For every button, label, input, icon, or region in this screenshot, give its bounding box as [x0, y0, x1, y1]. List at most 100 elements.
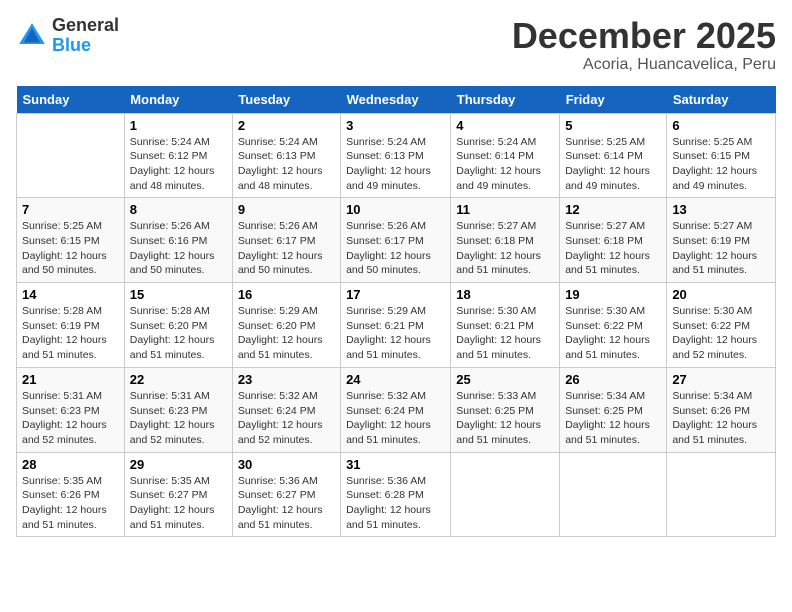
day-info: Sunrise: 5:25 AM Sunset: 6:15 PM Dayligh… — [22, 219, 119, 278]
calendar-cell: 26 Sunrise: 5:34 AM Sunset: 6:25 PM Dayli… — [560, 367, 667, 452]
calendar-cell: 14Sunrise: 5:28 AM Sunset: 6:19 PM Dayli… — [17, 283, 125, 368]
day-info: Sunrise: 5:36 AM Sunset: 6:28 PM Dayligh… — [346, 474, 445, 533]
day-number: 19 — [565, 287, 661, 302]
day-info: Sunrise: 5:27 AM Sunset: 6:18 PM Dayligh… — [456, 219, 554, 278]
calendar-cell: 2 Sunrise: 5:24 AM Sunset: 6:13 PM Daylig… — [232, 113, 340, 198]
day-info: Sunrise: 5:28 AM Sunset: 6:20 PM Dayligh… — [130, 304, 227, 363]
calendar-cell: 12 Sunrise: 5:27 AM Sunset: 6:18 PM Dayli… — [560, 198, 667, 283]
calendar-cell — [17, 113, 125, 198]
logo-text: General Blue — [52, 16, 119, 56]
calendar-cell: 20 Sunrise: 5:30 AM Sunset: 6:22 PM Dayli… — [667, 283, 776, 368]
logo: General Blue — [16, 16, 119, 56]
day-number: 18 — [456, 287, 554, 302]
day-number: 10 — [346, 202, 445, 217]
calendar-cell: 5 Sunrise: 5:25 AM Sunset: 6:14 PM Daylig… — [560, 113, 667, 198]
day-number: 7 — [22, 202, 119, 217]
calendar-cell — [560, 452, 667, 537]
day-info: Sunrise: 5:27 AM Sunset: 6:19 PM Dayligh… — [672, 219, 770, 278]
day-number: 29 — [130, 457, 227, 472]
day-number: 31 — [346, 457, 445, 472]
day-info: Sunrise: 5:26 AM Sunset: 6:17 PM Dayligh… — [238, 219, 335, 278]
calendar-cell: 24 Sunrise: 5:32 AM Sunset: 6:24 PM Dayli… — [341, 367, 451, 452]
day-number: 24 — [346, 372, 445, 387]
calendar-cell: 19 Sunrise: 5:30 AM Sunset: 6:22 PM Dayli… — [560, 283, 667, 368]
calendar-week-row: 14Sunrise: 5:28 AM Sunset: 6:19 PM Dayli… — [17, 283, 776, 368]
calendar-cell: 31 Sunrise: 5:36 AM Sunset: 6:28 PM Dayli… — [341, 452, 451, 537]
day-number: 17 — [346, 287, 445, 302]
day-number: 21 — [22, 372, 119, 387]
page-header: General Blue December 2025 Acoria, Huanc… — [16, 16, 776, 74]
day-number: 22 — [130, 372, 227, 387]
logo-icon — [16, 20, 48, 52]
calendar-cell: 4Sunrise: 5:24 AM Sunset: 6:14 PM Daylig… — [451, 113, 560, 198]
calendar-cell: 11Sunrise: 5:27 AM Sunset: 6:18 PM Dayli… — [451, 198, 560, 283]
location-title: Acoria, Huancavelica, Peru — [512, 56, 776, 74]
day-info: Sunrise: 5:30 AM Sunset: 6:22 PM Dayligh… — [565, 304, 661, 363]
calendar-cell: 10 Sunrise: 5:26 AM Sunset: 6:17 PM Dayli… — [341, 198, 451, 283]
day-number: 23 — [238, 372, 335, 387]
day-number: 28 — [22, 457, 119, 472]
calendar-cell: 1Sunrise: 5:24 AM Sunset: 6:12 PM Daylig… — [124, 113, 232, 198]
day-info: Sunrise: 5:25 AM Sunset: 6:15 PM Dayligh… — [672, 135, 770, 194]
day-info: Sunrise: 5:25 AM Sunset: 6:14 PM Dayligh… — [565, 135, 661, 194]
day-info: Sunrise: 5:29 AM Sunset: 6:20 PM Dayligh… — [238, 304, 335, 363]
day-info: Sunrise: 5:30 AM Sunset: 6:21 PM Dayligh… — [456, 304, 554, 363]
col-header-saturday: Saturday — [667, 86, 776, 114]
day-number: 13 — [672, 202, 770, 217]
calendar-week-row: 28Sunrise: 5:35 AM Sunset: 6:26 PM Dayli… — [17, 452, 776, 537]
day-info: Sunrise: 5:24 AM Sunset: 6:12 PM Dayligh… — [130, 135, 227, 194]
calendar-cell: 21 Sunrise: 5:31 AM Sunset: 6:23 PM Dayli… — [17, 367, 125, 452]
day-number: 2 — [238, 118, 335, 133]
day-number: 30 — [238, 457, 335, 472]
day-info: Sunrise: 5:34 AM Sunset: 6:25 PM Dayligh… — [565, 389, 661, 448]
month-title: December 2025 — [512, 16, 776, 56]
day-info: Sunrise: 5:24 AM Sunset: 6:13 PM Dayligh… — [238, 135, 335, 194]
day-number: 12 — [565, 202, 661, 217]
day-number: 16 — [238, 287, 335, 302]
day-info: Sunrise: 5:31 AM Sunset: 6:23 PM Dayligh… — [22, 389, 119, 448]
day-info: Sunrise: 5:24 AM Sunset: 6:13 PM Dayligh… — [346, 135, 445, 194]
day-info: Sunrise: 5:27 AM Sunset: 6:18 PM Dayligh… — [565, 219, 661, 278]
calendar-cell: 28Sunrise: 5:35 AM Sunset: 6:26 PM Dayli… — [17, 452, 125, 537]
calendar-cell: 25Sunrise: 5:33 AM Sunset: 6:25 PM Dayli… — [451, 367, 560, 452]
day-info: Sunrise: 5:35 AM Sunset: 6:27 PM Dayligh… — [130, 474, 227, 533]
calendar-cell — [451, 452, 560, 537]
day-number: 3 — [346, 118, 445, 133]
day-number: 6 — [672, 118, 770, 133]
logo-blue-text: Blue — [52, 36, 119, 56]
day-info: Sunrise: 5:26 AM Sunset: 6:17 PM Dayligh… — [346, 219, 445, 278]
day-number: 5 — [565, 118, 661, 133]
calendar-week-row: 21 Sunrise: 5:31 AM Sunset: 6:23 PM Dayli… — [17, 367, 776, 452]
day-number: 27 — [672, 372, 770, 387]
day-info: Sunrise: 5:28 AM Sunset: 6:19 PM Dayligh… — [22, 304, 119, 363]
day-number: 9 — [238, 202, 335, 217]
calendar-cell: 7 Sunrise: 5:25 AM Sunset: 6:15 PM Daylig… — [17, 198, 125, 283]
calendar-week-row: 7 Sunrise: 5:25 AM Sunset: 6:15 PM Daylig… — [17, 198, 776, 283]
calendar-header-row: SundayMondayTuesdayWednesdayThursdayFrid… — [17, 86, 776, 114]
day-number: 15 — [130, 287, 227, 302]
day-info: Sunrise: 5:36 AM Sunset: 6:27 PM Dayligh… — [238, 474, 335, 533]
day-info: Sunrise: 5:30 AM Sunset: 6:22 PM Dayligh… — [672, 304, 770, 363]
calendar-cell — [667, 452, 776, 537]
day-number: 20 — [672, 287, 770, 302]
calendar-cell: 29 Sunrise: 5:35 AM Sunset: 6:27 PM Dayli… — [124, 452, 232, 537]
day-info: Sunrise: 5:32 AM Sunset: 6:24 PM Dayligh… — [346, 389, 445, 448]
calendar-cell: 18 Sunrise: 5:30 AM Sunset: 6:21 PM Dayli… — [451, 283, 560, 368]
logo-general-text: General — [52, 16, 119, 36]
day-info: Sunrise: 5:34 AM Sunset: 6:26 PM Dayligh… — [672, 389, 770, 448]
day-number: 26 — [565, 372, 661, 387]
day-number: 4 — [456, 118, 554, 133]
day-info: Sunrise: 5:29 AM Sunset: 6:21 PM Dayligh… — [346, 304, 445, 363]
calendar-cell: 16 Sunrise: 5:29 AM Sunset: 6:20 PM Dayli… — [232, 283, 340, 368]
calendar-cell: 8Sunrise: 5:26 AM Sunset: 6:16 PM Daylig… — [124, 198, 232, 283]
day-number: 8 — [130, 202, 227, 217]
calendar-cell: 6 Sunrise: 5:25 AM Sunset: 6:15 PM Daylig… — [667, 113, 776, 198]
col-header-sunday: Sunday — [17, 86, 125, 114]
col-header-thursday: Thursday — [451, 86, 560, 114]
calendar-cell: 22Sunrise: 5:31 AM Sunset: 6:23 PM Dayli… — [124, 367, 232, 452]
calendar-cell: 13 Sunrise: 5:27 AM Sunset: 6:19 PM Dayli… — [667, 198, 776, 283]
calendar-cell: 23 Sunrise: 5:32 AM Sunset: 6:24 PM Dayli… — [232, 367, 340, 452]
calendar-week-row: 1Sunrise: 5:24 AM Sunset: 6:12 PM Daylig… — [17, 113, 776, 198]
day-info: Sunrise: 5:32 AM Sunset: 6:24 PM Dayligh… — [238, 389, 335, 448]
day-info: Sunrise: 5:33 AM Sunset: 6:25 PM Dayligh… — [456, 389, 554, 448]
